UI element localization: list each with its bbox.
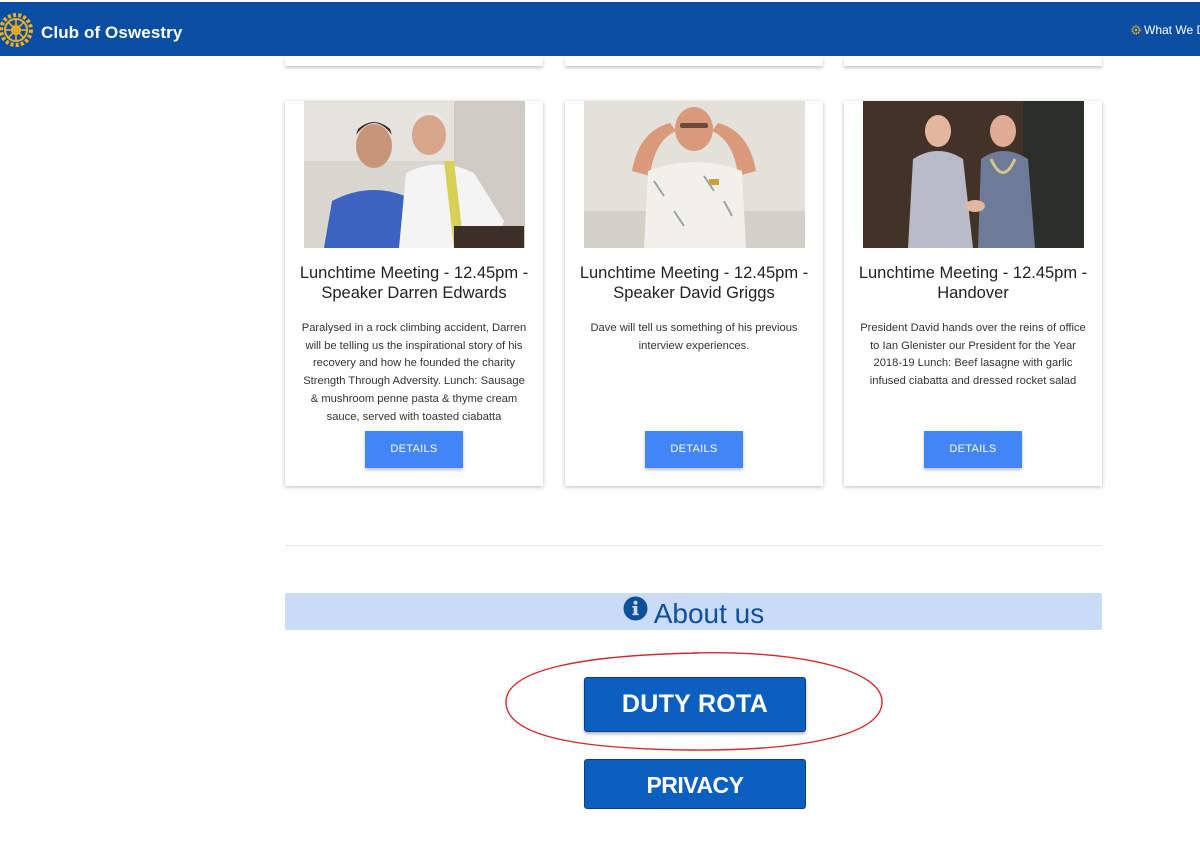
nav-item-what-we-do[interactable]: What We D [1131,23,1200,37]
event-title[interactable]: Lunchtime Meeting - 12.45pm - Speaker Da… [575,264,813,303]
event-description: Dave will tell us something of his previ… [590,322,798,352]
event-photo[interactable] [584,101,805,248]
about-title: About us [653,597,765,629]
rotary-wheel-icon [1131,25,1141,35]
event-title[interactable]: Lunchtime Meeting - 12.45pm - Speaker Da… [295,264,533,303]
nav-item-label: What We D [1144,23,1200,37]
event-description: Paralysed in a rock climbing accident, D… [301,322,527,423]
event-card: Lunchtime Meeting - 12.45pm - Speaker Da… [565,101,823,486]
details-button[interactable]: DETAILS [365,431,463,468]
about-us-header: About us [285,593,1102,630]
section-divider [285,545,1102,546]
card-stub [285,56,543,66]
site-header: Club of Oswestry What We D [0,2,1200,56]
rotary-wheel-icon[interactable] [0,10,36,50]
event-title[interactable]: Lunchtime Meeting - 12.45pm - Handover [854,264,1092,303]
event-card: Lunchtime Meeting - 12.45pm - Handover P… [844,101,1102,486]
event-description: President David hands over the reins of … [860,322,1086,388]
brand-title[interactable]: Club of Oswestry [41,23,182,43]
event-photo[interactable] [304,101,525,248]
details-button[interactable]: DETAILS [645,431,743,468]
event-card: Lunchtime Meeting - 12.45pm - Speaker Da… [285,101,543,486]
card-stub [844,56,1102,66]
card-stub [565,56,823,66]
event-photo[interactable] [863,101,1084,248]
duty-rota-button[interactable]: DUTY ROTA [584,677,806,732]
privacy-statement-button[interactable]: PRIVACY STATEMENT [584,759,806,848]
details-button[interactable]: DETAILS [924,431,1022,468]
info-circle-icon [623,596,648,621]
